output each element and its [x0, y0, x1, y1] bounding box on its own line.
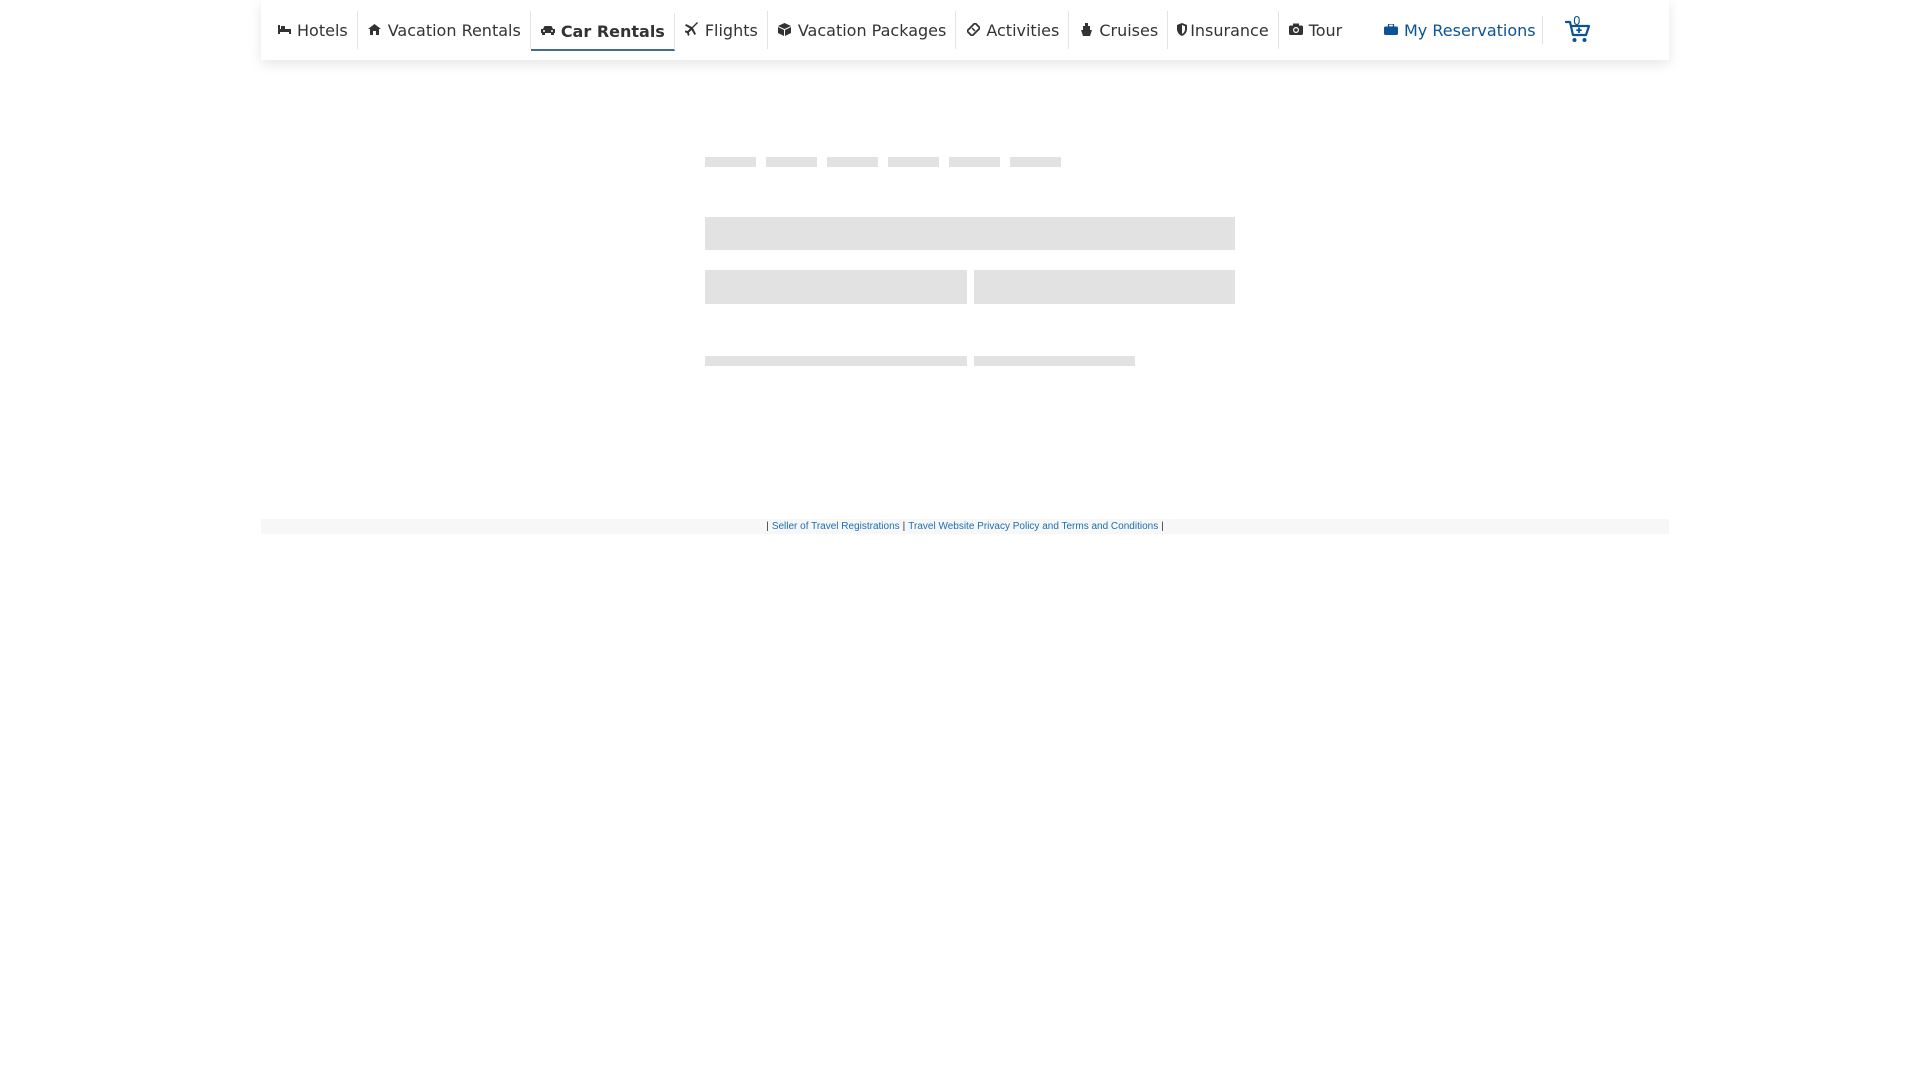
skeleton-tab-2	[766, 157, 817, 167]
nav-item-flights[interactable]: Flights	[675, 11, 768, 49]
footer-bar: | Seller of Travel Registrations | Trave…	[261, 519, 1669, 534]
car-icon	[540, 25, 556, 37]
privacy-terms-link[interactable]: Travel Website Privacy Policy and Terms …	[908, 521, 1158, 532]
my-reservations-link[interactable]: My Reservations	[1383, 0, 1536, 60]
skeleton-tab-3	[827, 157, 878, 167]
plane-icon	[683, 22, 700, 38]
nav-label-hotels: Hotels	[297, 20, 348, 40]
nav-item-vacation-rentals[interactable]: Vacation Rentals	[358, 11, 531, 49]
nav-item-cruises[interactable]: Cruises	[1069, 11, 1169, 49]
footer-separator: |	[766, 521, 769, 532]
skeleton-tab-4	[888, 157, 939, 167]
briefcase-icon	[1383, 22, 1399, 37]
nav-label-flights: Flights	[704, 20, 758, 40]
skeleton-line-left	[705, 356, 967, 366]
ticket-icon	[965, 21, 982, 38]
nav-item-vacation-packages[interactable]: Vacation Packages	[768, 11, 957, 49]
nav-divider	[1542, 16, 1543, 44]
footer-separator: |	[1161, 521, 1164, 532]
skeleton-input-full	[705, 217, 1235, 250]
package-icon	[777, 22, 793, 38]
nav-label-vacation-rentals: Vacation Rentals	[387, 20, 521, 40]
shield-icon	[1177, 22, 1188, 38]
camera-icon	[1288, 23, 1304, 37]
nav-label-tour: Tour	[1308, 20, 1343, 40]
ship-icon	[1078, 22, 1094, 38]
skeleton-input-left	[705, 270, 967, 304]
nav-item-activities[interactable]: Activities	[956, 11, 1070, 49]
skeleton-tab-6	[1010, 157, 1061, 167]
nav-label-vacation-packages: Vacation Packages	[797, 20, 947, 40]
nav-label-car-rentals: Car Rentals	[560, 21, 665, 41]
skeleton-input-right	[974, 270, 1235, 304]
nav-list: Hotels Vacation Rentals Car Rentals Flig…	[261, 0, 1351, 60]
skeleton-tab-1	[705, 157, 756, 167]
house-icon	[367, 23, 383, 37]
top-nav-bar: Hotels Vacation Rentals Car Rentals Flig…	[261, 0, 1669, 60]
cart-icon	[1565, 20, 1591, 42]
nav-label-insurance: Insurance	[1190, 20, 1269, 40]
cart-button[interactable]: 0	[1563, 12, 1593, 48]
footer-separator: |	[902, 521, 906, 532]
my-reservations-label: My Reservations	[1404, 20, 1536, 40]
nav-label-activities: Activities	[986, 20, 1060, 40]
seller-of-travel-link[interactable]: Seller of Travel Registrations	[772, 521, 900, 532]
nav-item-insurance[interactable]: Insurance	[1168, 11, 1279, 49]
skeleton-tab-5	[949, 157, 1000, 167]
skeleton-line-right	[974, 356, 1135, 366]
nav-item-tour[interactable]: Tour	[1279, 11, 1352, 49]
bed-icon	[276, 24, 292, 36]
nav-item-car-rentals[interactable]: Car Rentals	[530, 13, 675, 51]
nav-label-cruises: Cruises	[1099, 20, 1159, 40]
nav-item-hotels[interactable]: Hotels	[267, 11, 358, 49]
